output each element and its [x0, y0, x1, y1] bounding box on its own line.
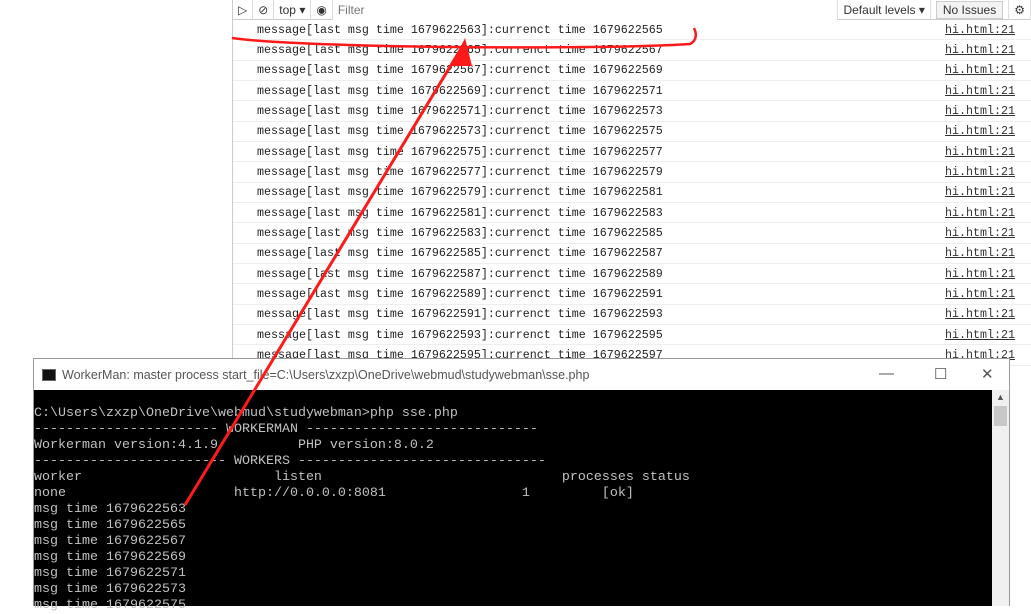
console-row: message[last msg time 1679622581]:curren…: [233, 203, 1031, 224]
cmd-icon: [42, 368, 56, 381]
terminal-title: WorkerMan: master process start_file=C:\…: [62, 367, 590, 382]
source-link[interactable]: hi.html:21: [945, 124, 1015, 138]
minimize-button[interactable]: —: [879, 365, 894, 382]
console-row: message[last msg time 1679622577]:curren…: [233, 162, 1031, 183]
terminal-line: ------------------------ WORKERS -------…: [34, 454, 546, 469]
console-message: message[last msg time 1679622589]:curren…: [257, 286, 663, 301]
terminal-line: msg time 1679622567: [34, 534, 186, 549]
console-message: message[last msg time 1679622593]:curren…: [257, 327, 663, 342]
console-message: message[last msg time 1679622563]:curren…: [257, 22, 663, 37]
terminal-line: ----------------------- WORKERMAN ------…: [34, 422, 538, 437]
console-row: message[last msg time 1679622579]:curren…: [233, 183, 1031, 203]
source-link[interactable]: hi.html:21: [945, 246, 1015, 260]
terminal-window: WorkerMan: master process start_file=C:\…: [33, 358, 1010, 613]
terminal-line: msg time 1679622573: [34, 582, 186, 597]
levels-label: Default levels: [843, 2, 916, 17]
console-message: message[last msg time 1679622579]:curren…: [257, 185, 663, 200]
console-row: message[last msg time 1679622563]:curren…: [233, 20, 1031, 41]
console-row: message[last msg time 1679622585]:curren…: [233, 244, 1031, 264]
terminal-line: msg time 1679622565: [34, 518, 186, 533]
source-link[interactable]: hi.html:21: [945, 185, 1015, 199]
source-link[interactable]: hi.html:21: [945, 307, 1015, 321]
source-link[interactable]: hi.html:21: [945, 43, 1015, 57]
console-message: message[last msg time 1679622569]:curren…: [257, 83, 663, 98]
console-messages: message[last msg time 1679622563]:curren…: [233, 20, 1031, 366]
source-link[interactable]: hi.html:21: [945, 328, 1015, 342]
terminal-output: C:\Users\zxzp\OneDrive\webmud\studywebma…: [34, 390, 992, 613]
terminal-line: msg time 1679622563: [34, 502, 186, 517]
terminal-line: msg time 1679622575: [34, 598, 186, 613]
console-row: message[last msg time 1679622591]:curren…: [233, 305, 1031, 325]
close-button[interactable]: ✕: [981, 365, 994, 383]
gear-icon[interactable]: ⚙: [1009, 0, 1031, 20]
source-link[interactable]: hi.html:21: [945, 63, 1015, 77]
terminal-line: msg time 1679622569: [34, 550, 186, 565]
console-message: message[last msg time 1679622583]:curren…: [257, 225, 663, 240]
maximize-button[interactable]: ☐: [934, 365, 947, 383]
console-message: message[last msg time 1679622565]:curren…: [257, 42, 663, 57]
terminal-line: msg time 1679622571: [34, 566, 186, 581]
issues-label: No Issues: [935, 0, 1004, 19]
terminal-line: Workerman version:4.1.9 PHP version:8.0.…: [34, 438, 434, 453]
terminal-titlebar[interactable]: WorkerMan: master process start_file=C:\…: [34, 359, 1009, 390]
console-message: message[last msg time 1679622581]:curren…: [257, 205, 663, 220]
console-row: message[last msg time 1679622565]:curren…: [233, 40, 1031, 61]
context-label: top: [279, 2, 296, 17]
source-link[interactable]: hi.html:21: [945, 104, 1015, 118]
terminal-line: worker listen processes status: [34, 470, 690, 485]
terminal-line: C:\Users\zxzp\OneDrive\webmud\studywebma…: [34, 406, 458, 421]
console-row: message[last msg time 1679622573]:curren…: [233, 122, 1031, 142]
console-row: message[last msg time 1679622569]:curren…: [233, 81, 1031, 102]
console-row: message[last msg time 1679622593]:curren…: [233, 325, 1031, 346]
console-row: message[last msg time 1679622571]:curren…: [233, 101, 1031, 122]
console-message: message[last msg time 1679622585]:curren…: [257, 246, 663, 261]
console-message: message[last msg time 1679622577]:curren…: [257, 164, 663, 179]
source-link[interactable]: hi.html:21: [945, 165, 1015, 179]
source-link[interactable]: hi.html:21: [945, 226, 1015, 240]
console-message: message[last msg time 1679622573]:curren…: [257, 124, 663, 139]
source-link[interactable]: hi.html:21: [945, 206, 1015, 220]
console-row: message[last msg time 1679622567]:curren…: [233, 61, 1031, 81]
clear-console-icon[interactable]: ⊘: [253, 0, 275, 20]
filter-input[interactable]: [332, 0, 839, 20]
console-message: message[last msg time 1679622571]:curren…: [257, 103, 663, 118]
console-message: message[last msg time 1679622591]:curren…: [257, 307, 663, 322]
sidebar-toggle-icon[interactable]: ▷: [233, 0, 254, 20]
context-select[interactable]: top ▾: [274, 0, 312, 20]
console-toolbar: ▷ ⊘ top ▾ ◉ Default levels ▾ No Issues ⚙: [233, 0, 1031, 20]
scroll-thumb[interactable]: [994, 406, 1007, 426]
source-link[interactable]: hi.html:21: [945, 23, 1015, 37]
issues-button[interactable]: No Issues: [931, 0, 1010, 20]
console-message: message[last msg time 1679622587]:curren…: [257, 266, 663, 281]
console-message: message[last msg time 1679622567]:curren…: [257, 63, 663, 78]
console-row: message[last msg time 1679622575]:curren…: [233, 142, 1031, 163]
console-message: message[last msg time 1679622575]:curren…: [257, 144, 663, 159]
terminal-line: none http://0.0.0.0:8081 1 [ok]: [34, 486, 634, 501]
eye-icon[interactable]: ◉: [311, 0, 333, 20]
source-link[interactable]: hi.html:21: [945, 84, 1015, 98]
levels-dropdown[interactable]: Default levels ▾: [838, 0, 931, 20]
source-link[interactable]: hi.html:21: [945, 267, 1015, 281]
console-row: message[last msg time 1679622583]:curren…: [233, 223, 1031, 244]
scroll-up-icon[interactable]: ▲: [996, 392, 1005, 402]
source-link[interactable]: hi.html:21: [945, 145, 1015, 159]
source-link[interactable]: hi.html:21: [945, 287, 1015, 301]
terminal-scrollbar[interactable]: ▲: [992, 390, 1009, 606]
console-row: message[last msg time 1679622589]:curren…: [233, 284, 1031, 305]
console-row: message[last msg time 1679622587]:curren…: [233, 264, 1031, 285]
